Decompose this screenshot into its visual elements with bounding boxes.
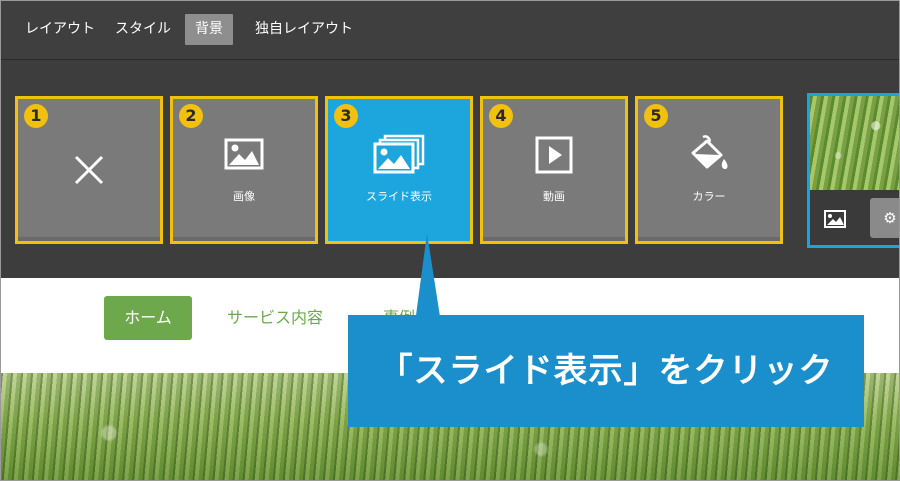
gear-icon[interactable]: ⚙	[870, 198, 899, 238]
tile-shadow	[18, 237, 160, 241]
step-number-badge: 4	[489, 104, 513, 128]
paint-bucket-icon	[687, 133, 731, 179]
step-number-badge: 3	[334, 104, 358, 128]
site-nav-home[interactable]: ホーム	[104, 296, 192, 340]
tab-background[interactable]: 背景	[185, 14, 233, 45]
tile-shadow	[638, 237, 780, 241]
background-option-slideshow[interactable]: 3 スライド表示	[325, 96, 473, 244]
tile-label-slideshow: スライド表示	[366, 190, 432, 203]
background-option-color[interactable]: 5 カラー	[635, 96, 783, 244]
step-number-badge: 1	[24, 104, 48, 128]
image-icon	[224, 138, 264, 174]
tile-shadow	[173, 237, 315, 241]
close-icon	[73, 154, 105, 190]
preview-toolbar: ⚙	[810, 190, 899, 245]
tile-label-video: 動画	[543, 190, 565, 203]
tile-shadow	[483, 237, 625, 241]
tab-bar: レイアウト スタイル 背景 独自レイアウト	[1, 1, 899, 60]
slideshow-icon	[373, 134, 425, 178]
background-option-none[interactable]: 1	[15, 96, 163, 244]
tab-custom-layout[interactable]: 独自レイアウト	[245, 14, 363, 45]
tile-label-image: 画像	[233, 190, 255, 203]
tab-style[interactable]: スタイル	[105, 14, 181, 45]
background-options-panel: 1 2 画像 3 スライド表示 4 動画 5 カラー ⚙	[1, 60, 899, 278]
play-icon	[535, 136, 573, 178]
image-icon[interactable]	[824, 210, 846, 232]
background-option-image[interactable]: 2 画像	[170, 96, 318, 244]
background-preview-thumbnail[interactable]: ⚙	[807, 93, 899, 248]
step-number-badge: 5	[644, 104, 668, 128]
instruction-callout: 「スライド表示」をクリック	[348, 315, 864, 427]
site-nav-services[interactable]: サービス内容	[211, 296, 339, 340]
background-option-video[interactable]: 4 動画	[480, 96, 628, 244]
callout-pointer	[415, 233, 441, 323]
tile-label-color: カラー	[692, 190, 726, 203]
app-frame: レイアウト スタイル 背景 独自レイアウト 1 2 画像 3 スライド表示 4 …	[0, 0, 900, 481]
step-number-badge: 2	[179, 104, 203, 128]
tab-layout[interactable]: レイアウト	[15, 14, 105, 45]
